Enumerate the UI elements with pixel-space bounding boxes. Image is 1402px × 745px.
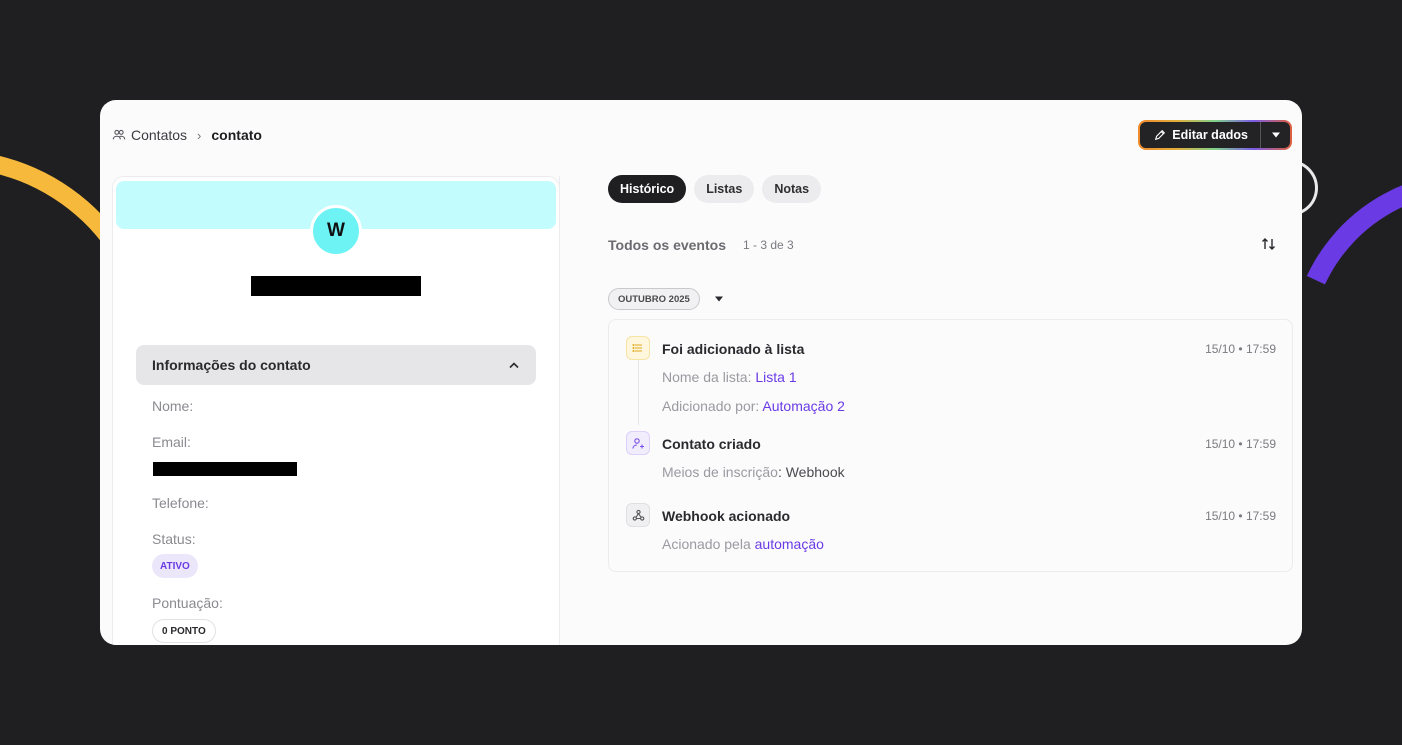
webhook-icon <box>626 503 650 527</box>
list-icon <box>626 336 650 360</box>
contact-name-redacted <box>251 276 421 296</box>
event-detail-label: Acionado pela <box>662 536 751 552</box>
month-group-badge: OUTUBRO 2025 <box>608 288 700 310</box>
event-detail-label: Adicionado por: <box>662 398 760 414</box>
tab-listas[interactable]: Listas <box>694 175 755 203</box>
email-label: Email: <box>152 434 191 450</box>
event-detail-line: Nome da lista: Lista 1 <box>662 369 797 385</box>
automation-link[interactable]: Automação 2 <box>762 398 845 414</box>
event-time: 15/10 • 17:59 <box>1205 342 1276 356</box>
user-add-icon <box>626 431 650 455</box>
chevron-up-icon <box>509 362 519 369</box>
month-collapse-caret-icon[interactable] <box>712 293 726 305</box>
avatar: W <box>310 205 362 257</box>
event-detail-value: Webhook <box>785 464 845 480</box>
breadcrumb-current: contato <box>211 127 262 143</box>
status-label: Status: <box>152 531 196 547</box>
event-time: 15/10 • 17:59 <box>1205 437 1276 451</box>
contact-info-title: Informações do contato <box>152 357 311 373</box>
phone-label: Telefone: <box>152 495 209 511</box>
sort-order-icon[interactable] <box>1258 234 1280 254</box>
score-label: Pontuação: <box>152 595 223 611</box>
edit-data-label: Editar dados <box>1172 128 1248 142</box>
event-detail-label: Nome da lista: <box>662 369 752 385</box>
automation-link[interactable]: automação <box>755 536 824 552</box>
breadcrumb: Contatos › contato <box>112 127 262 143</box>
event-detail-line: Adicionado por: Automação 2 <box>662 398 845 414</box>
breadcrumb-separator-icon: › <box>197 127 202 143</box>
contact-detail-card: Contatos › contato Editar dados W Inform… <box>100 100 1302 645</box>
timeline-connector <box>638 360 639 425</box>
events-list: Foi adicionado à lista 15/10 • 17:59 Nom… <box>608 319 1293 572</box>
tab-notas[interactable]: Notas <box>762 175 822 203</box>
status-badge: ATIVO <box>152 554 198 578</box>
edit-button-inner: Editar dados <box>1140 122 1290 148</box>
event-title: Foi adicionado à lista <box>662 341 805 357</box>
event-title: Contato criado <box>662 436 761 452</box>
event-time: 15/10 • 17:59 <box>1205 509 1276 523</box>
event-title: Webhook acionado <box>662 508 791 524</box>
tab-historico[interactable]: Histórico <box>608 175 687 203</box>
event-detail-line: Acionado pela automação <box>662 536 824 552</box>
edit-options-dropdown[interactable] <box>1260 122 1290 148</box>
pencil-icon <box>1155 129 1166 141</box>
events-title: Todos os eventos <box>608 237 726 253</box>
top-bar: Contatos › contato Editar dados <box>100 100 1302 170</box>
email-value-redacted <box>153 462 297 476</box>
contact-profile-panel: W Informações do contato Nome: Email: Te… <box>112 176 560 645</box>
events-count: 1 - 3 de 3 <box>743 238 794 252</box>
edit-data-button[interactable]: Editar dados <box>1140 122 1260 148</box>
breadcrumb-parent-link[interactable]: Contatos <box>131 127 187 143</box>
tabs: Histórico Listas Notas <box>608 175 822 203</box>
event-detail-line: Meios de inscrição: Webhook <box>662 464 845 480</box>
avatar-letter: W <box>327 220 345 241</box>
contacts-icon <box>112 129 126 140</box>
edit-button-group: Editar dados <box>1138 120 1292 150</box>
score-badge: 0 PONTO <box>152 619 216 643</box>
name-label: Nome: <box>152 398 194 414</box>
event-detail-colon: : <box>777 464 782 480</box>
event-detail-label: Meios de inscrição <box>662 464 778 480</box>
caret-down-icon <box>1271 132 1280 138</box>
list-link[interactable]: Lista 1 <box>755 369 796 385</box>
contact-info-section-toggle[interactable]: Informações do contato <box>136 345 536 385</box>
